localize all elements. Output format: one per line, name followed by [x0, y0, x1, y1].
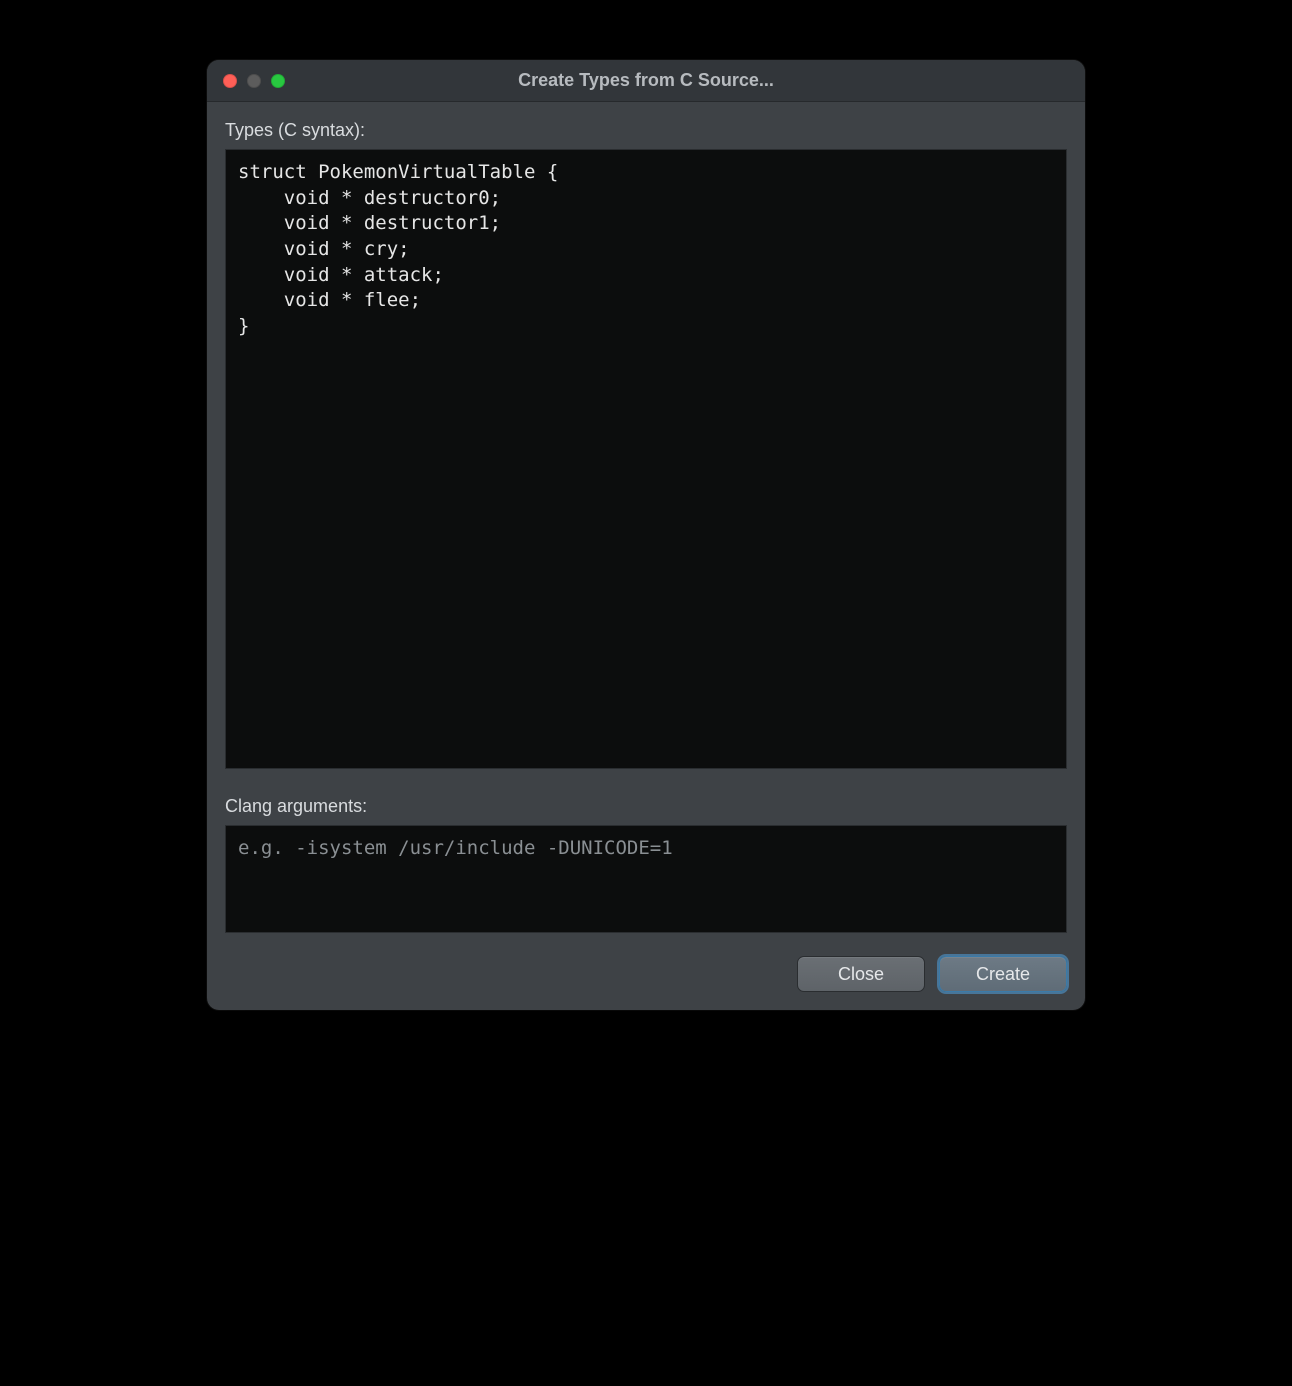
close-button[interactable]: Close — [797, 956, 925, 992]
window-zoom-icon[interactable] — [271, 74, 285, 88]
clang-args-input[interactable] — [225, 825, 1067, 933]
titlebar: Create Types from C Source... — [207, 60, 1085, 102]
dialog-window: Create Types from C Source... Types (C s… — [207, 60, 1085, 1010]
traffic-lights — [207, 74, 285, 88]
clang-args-label: Clang arguments: — [225, 796, 1067, 817]
types-input[interactable] — [225, 149, 1067, 769]
window-close-icon[interactable] — [223, 74, 237, 88]
create-button[interactable]: Create — [939, 956, 1067, 992]
types-label: Types (C syntax): — [225, 120, 1067, 141]
window-title: Create Types from C Source... — [207, 70, 1085, 91]
dialog-content: Types (C syntax): Clang arguments: Close… — [207, 102, 1085, 1010]
window-minimize-icon — [247, 74, 261, 88]
button-row: Close Create — [225, 956, 1067, 992]
